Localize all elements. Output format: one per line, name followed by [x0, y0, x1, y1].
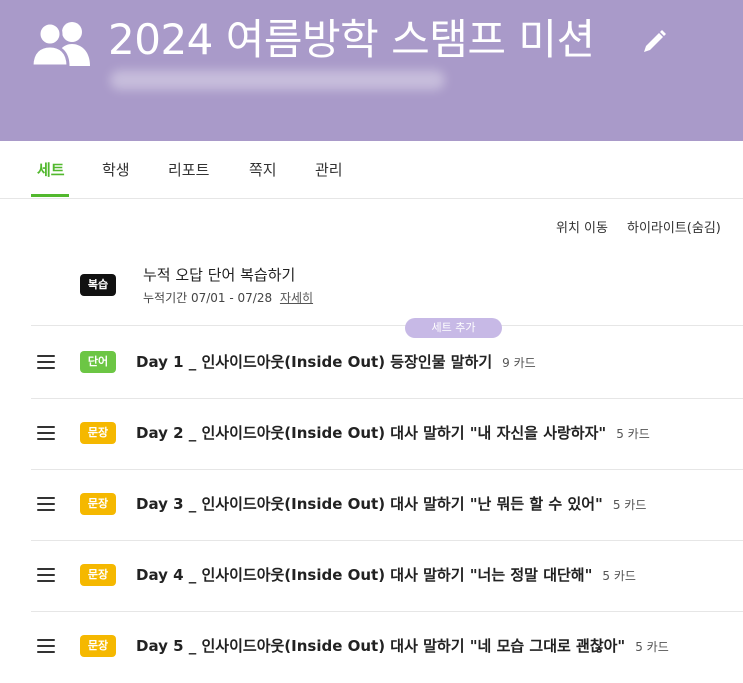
- set-row[interactable]: 단어 Day 1 _ 인사이드아웃(Inside Out) 등장인물 말하기 9 …: [31, 327, 743, 399]
- card-count: 5 카드: [635, 640, 669, 654]
- set-title[interactable]: Day 5 _ 인사이드아웃(Inside Out) 대사 말하기 "네 모습 …: [136, 635, 669, 656]
- set-row[interactable]: 문장 Day 2 _ 인사이드아웃(Inside Out) 대사 말하기 "내 …: [31, 398, 743, 470]
- review-badge: 복습: [80, 274, 116, 296]
- set-title[interactable]: Day 2 _ 인사이드아웃(Inside Out) 대사 말하기 "내 자신을…: [136, 422, 650, 443]
- pencil-icon[interactable]: [640, 28, 668, 56]
- tab-bar: 세트 학생 리포트 쪽지 관리: [0, 141, 743, 199]
- tab-messages[interactable]: 쪽지: [249, 159, 277, 180]
- drag-handle-icon[interactable]: [37, 639, 55, 653]
- set-title-text[interactable]: Day 1 _ 인사이드아웃(Inside Out) 등장인물 말하기: [136, 353, 492, 371]
- sentence-tag: 문장: [80, 422, 116, 444]
- blurred-subtitle: [110, 70, 445, 90]
- card-count: 5 카드: [616, 427, 650, 441]
- review-title[interactable]: 누적 오답 단어 복습하기: [143, 264, 295, 285]
- drag-handle-icon[interactable]: [37, 426, 55, 440]
- sentence-tag: 문장: [80, 635, 116, 657]
- tab-manage[interactable]: 관리: [315, 159, 343, 180]
- set-row[interactable]: 문장 Day 3 _ 인사이드아웃(Inside Out) 대사 말하기 "난 …: [31, 469, 743, 541]
- page-title: 2024 여름방학 스탬프 미션: [108, 15, 595, 64]
- card-count: 9 카드: [502, 356, 536, 370]
- drag-handle-icon[interactable]: [37, 497, 55, 511]
- drag-handle-icon[interactable]: [37, 355, 55, 369]
- drag-handle-icon[interactable]: [37, 568, 55, 582]
- active-tab-indicator: [31, 194, 69, 197]
- set-title[interactable]: Day 4 _ 인사이드아웃(Inside Out) 대사 말하기 "너는 정말…: [136, 564, 636, 585]
- move-position-button[interactable]: 위치 이동: [556, 217, 608, 236]
- set-title-text[interactable]: Day 3 _ 인사이드아웃(Inside Out) 대사 말하기 "난 뭐든 …: [136, 495, 603, 513]
- card-count: 5 카드: [602, 569, 636, 583]
- detail-link[interactable]: 자세히: [280, 291, 313, 305]
- set-row[interactable]: 문장 Day 5 _ 인사이드아웃(Inside Out) 대사 말하기 "네 …: [31, 611, 743, 683]
- highlight-hidden-button[interactable]: 하이라이트(숨김): [627, 217, 721, 236]
- users-icon: [32, 21, 90, 66]
- card-count: 5 카드: [612, 498, 647, 512]
- review-period-text: 누적기간 07/01 - 07/28: [143, 291, 273, 305]
- set-title-text[interactable]: Day 2 _ 인사이드아웃(Inside Out) 대사 말하기 "내 자신을…: [136, 424, 606, 442]
- sentence-tag: 문장: [80, 564, 116, 586]
- set-title-text[interactable]: Day 5 _ 인사이드아웃(Inside Out) 대사 말하기 "네 모습 …: [136, 637, 625, 655]
- tab-reports[interactable]: 리포트: [168, 159, 209, 180]
- set-title[interactable]: Day 3 _ 인사이드아웃(Inside Out) 대사 말하기 "난 뭐든 …: [136, 493, 646, 514]
- tab-students[interactable]: 학생: [102, 159, 130, 180]
- review-period: 누적기간 07/01 - 07/28 자세히: [143, 289, 313, 306]
- class-header: 2024 여름방학 스탬프 미션: [0, 0, 743, 141]
- review-set-row[interactable]: 복습 누적 오답 단어 복습하기 누적기간 07/01 - 07/28 자세히: [31, 252, 743, 326]
- set-title[interactable]: Day 1 _ 인사이드아웃(Inside Out) 등장인물 말하기 9 카드: [136, 351, 536, 372]
- set-title-text[interactable]: Day 4 _ 인사이드아웃(Inside Out) 대사 말하기 "너는 정말…: [136, 566, 592, 584]
- tab-sets[interactable]: 세트: [37, 159, 65, 180]
- word-tag: 단어: [80, 351, 116, 373]
- sentence-tag: 문장: [80, 493, 116, 515]
- set-row[interactable]: 문장 Day 4 _ 인사이드아웃(Inside Out) 대사 말하기 "너는…: [31, 540, 743, 612]
